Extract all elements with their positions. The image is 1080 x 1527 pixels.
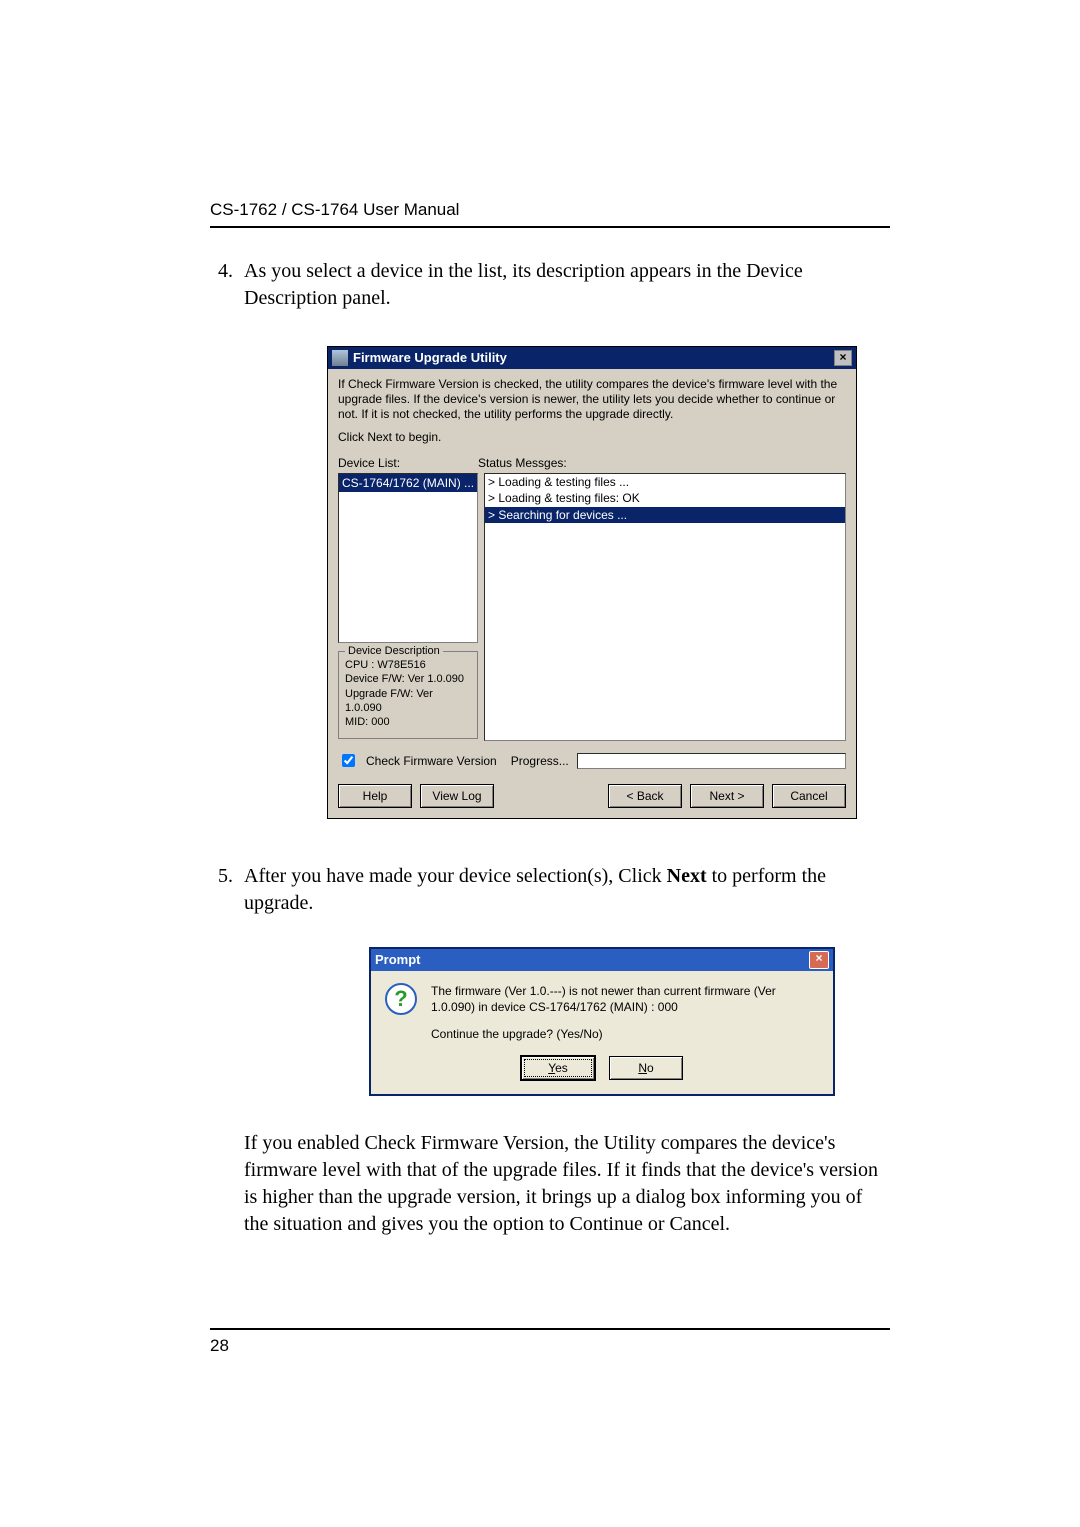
back-button[interactable]: < Back xyxy=(608,784,682,808)
help-button[interactable]: Help xyxy=(338,784,412,808)
window-client: If Check Firmware Version is checked, th… xyxy=(328,369,856,818)
device-description-panel: Device Description CPU : W78E516 Device … xyxy=(338,651,478,738)
check-firmware-version-checkbox[interactable] xyxy=(342,754,355,767)
button-row: Help View Log < Back Next > Cancel xyxy=(338,784,846,808)
instructions-2: Click Next to begin. xyxy=(338,430,846,445)
step-4: As you select a device in the list, its … xyxy=(238,258,890,819)
page-number: 28 xyxy=(210,1336,890,1356)
desc-device-fw: Device F/W: Ver 1.0.090 xyxy=(345,672,471,686)
prompt-title: Prompt xyxy=(375,951,809,969)
step-5: After you have made your device selectio… xyxy=(238,863,890,1238)
yes-button[interactable]: Yes xyxy=(521,1056,595,1080)
instructions-1: If Check Firmware Version is checked, th… xyxy=(338,377,846,422)
device-description-legend: Device Description xyxy=(345,644,443,658)
question-icon: ? xyxy=(385,983,417,1015)
figure-prompt-dialog: Prompt × ? The firmware (Ver 1.0.---) is… xyxy=(314,947,890,1096)
running-header: CS-1762 / CS-1764 User Manual xyxy=(210,200,890,220)
cancel-button[interactable]: Cancel xyxy=(772,784,846,808)
status-line: > Loading & testing files ... xyxy=(485,474,845,490)
device-list-selected[interactable]: CS-1764/1762 (MAIN) ... xyxy=(339,474,477,492)
prompt-line-2: Continue the upgrade? (Yes/No) xyxy=(431,1026,819,1042)
no-button-rest: o xyxy=(647,1061,654,1075)
step-4-text: As you select a device in the list, its … xyxy=(244,260,803,309)
desc-upgrade-fw: Upgrade F/W: Ver 1.0.090 xyxy=(345,687,471,716)
close-icon[interactable]: × xyxy=(834,350,852,366)
status-line-selected: > Searching for devices ... xyxy=(485,507,845,523)
figure-firmware-utility: Firmware Upgrade Utility × If Check Firm… xyxy=(294,346,890,819)
step-list: As you select a device in the list, its … xyxy=(210,258,890,1238)
firmware-upgrade-window: Firmware Upgrade Utility × If Check Firm… xyxy=(327,346,857,819)
device-listbox[interactable]: CS-1764/1762 (MAIN) ... xyxy=(338,473,478,643)
prompt-line-1: The firmware (Ver 1.0.---) is not newer … xyxy=(431,983,819,1015)
step-5-bold: Next xyxy=(667,865,707,887)
desc-mid: MID: 000 xyxy=(345,715,471,729)
yes-button-rest: es xyxy=(555,1061,568,1075)
main-panels: CS-1764/1762 (MAIN) ... Device Descripti… xyxy=(338,473,846,741)
manual-page: CS-1762 / CS-1764 User Manual As you sel… xyxy=(0,0,1080,1527)
prompt-dialog: Prompt × ? The firmware (Ver 1.0.---) is… xyxy=(369,947,835,1096)
window-title: Firmware Upgrade Utility xyxy=(353,349,834,367)
window-titlebar: Firmware Upgrade Utility × xyxy=(328,347,856,369)
step-5-text-pre: After you have made your device selectio… xyxy=(244,865,667,887)
app-icon xyxy=(332,350,348,366)
desc-cpu: CPU : W78E516 xyxy=(345,658,471,672)
label-device-list: Device List: xyxy=(338,455,478,471)
panel-labels: Device List: Status Messges: xyxy=(338,455,846,471)
progress-bar xyxy=(577,753,846,769)
prompt-buttons: Yes No xyxy=(371,1056,833,1094)
step-5-paragraph: If you enabled Check Firmware Version, t… xyxy=(244,1130,890,1238)
label-status-messages: Status Messges: xyxy=(478,455,567,471)
no-button[interactable]: No xyxy=(609,1056,683,1080)
status-line: > Loading & testing files: OK xyxy=(485,490,845,506)
status-messages-box[interactable]: > Loading & testing files ... > Loading … xyxy=(484,473,846,741)
footer-rule xyxy=(210,1328,890,1330)
device-column: CS-1764/1762 (MAIN) ... Device Descripti… xyxy=(338,473,478,741)
prompt-text: The firmware (Ver 1.0.---) is not newer … xyxy=(431,983,819,1042)
progress-label: Progress... xyxy=(511,753,569,769)
prompt-body: ? The firmware (Ver 1.0.---) is not newe… xyxy=(371,971,833,1056)
prompt-titlebar: Prompt × xyxy=(371,949,833,971)
view-log-button[interactable]: View Log xyxy=(420,784,494,808)
next-button[interactable]: Next > xyxy=(690,784,764,808)
check-firmware-version-label: Check Firmware Version xyxy=(366,753,497,769)
close-icon[interactable]: × xyxy=(809,951,829,969)
header-rule xyxy=(210,226,890,228)
controls-row: Check Firmware Version Progress... xyxy=(338,751,846,770)
